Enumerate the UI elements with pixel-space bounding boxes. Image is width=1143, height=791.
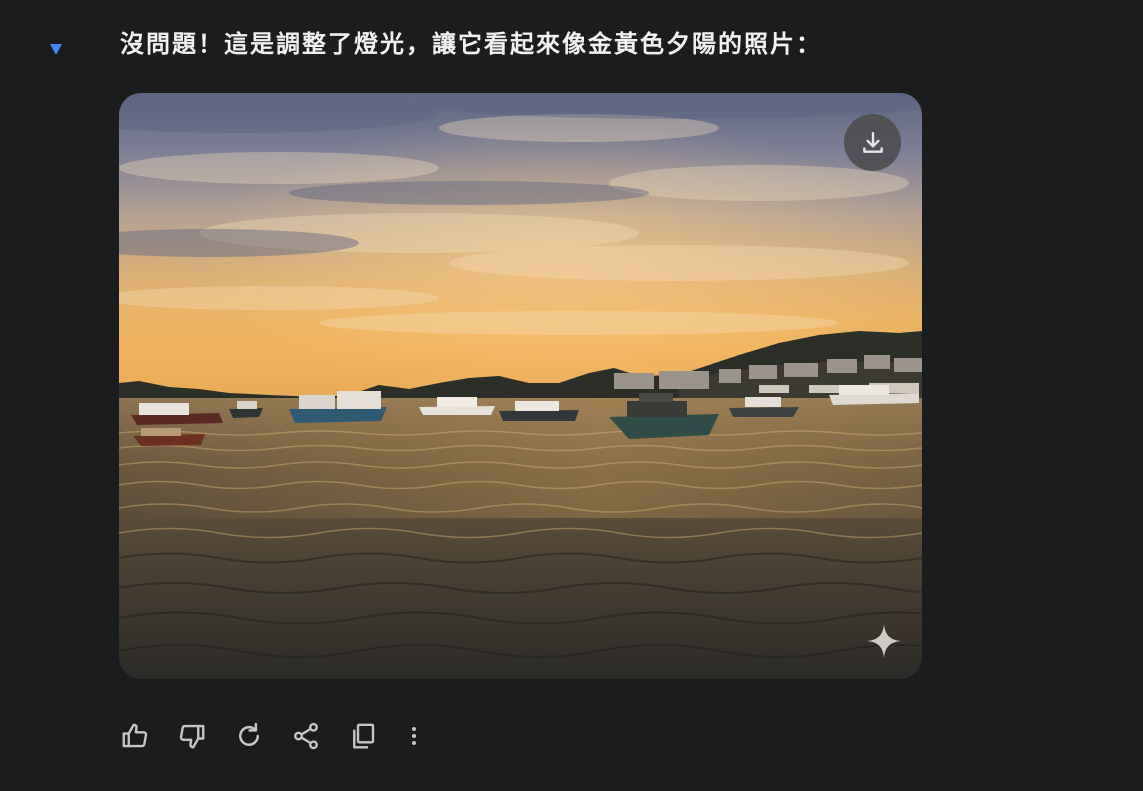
gemini-marker-icon: [50, 44, 62, 55]
thumbs-down-icon: [179, 724, 205, 749]
share-icon: [294, 722, 318, 750]
thumbs-up-button[interactable]: [117, 718, 153, 754]
more-options-icon: [412, 727, 416, 745]
regenerate-icon: [239, 722, 259, 746]
download-button[interactable]: [844, 114, 901, 171]
response-actions-bar: [117, 716, 426, 756]
thumbs-down-button[interactable]: [174, 718, 210, 754]
gemini-chat-page: 沒問題！這是調整了燈光，讓它看起來像金黃色夕陽的照片：: [0, 0, 1143, 791]
share-button[interactable]: [288, 718, 324, 754]
copy-button[interactable]: [345, 718, 381, 754]
thumbs-up-icon: [122, 723, 148, 748]
copy-icon: [353, 723, 375, 749]
sparkle-icon: [867, 624, 901, 658]
download-icon: [862, 131, 883, 153]
more-options-button[interactable]: [402, 718, 426, 754]
response-text-line: 沒問題！這是調整了燈光，讓它看起來像金黃色夕陽的照片：: [120, 20, 960, 60]
harbor-sunset-image[interactable]: [119, 93, 922, 679]
regenerate-button[interactable]: [231, 718, 267, 754]
response-text: 沒問題！這是調整了燈光，讓它看起來像金黃色夕陽的照片：: [120, 30, 822, 58]
generated-image-card[interactable]: [119, 93, 922, 679]
